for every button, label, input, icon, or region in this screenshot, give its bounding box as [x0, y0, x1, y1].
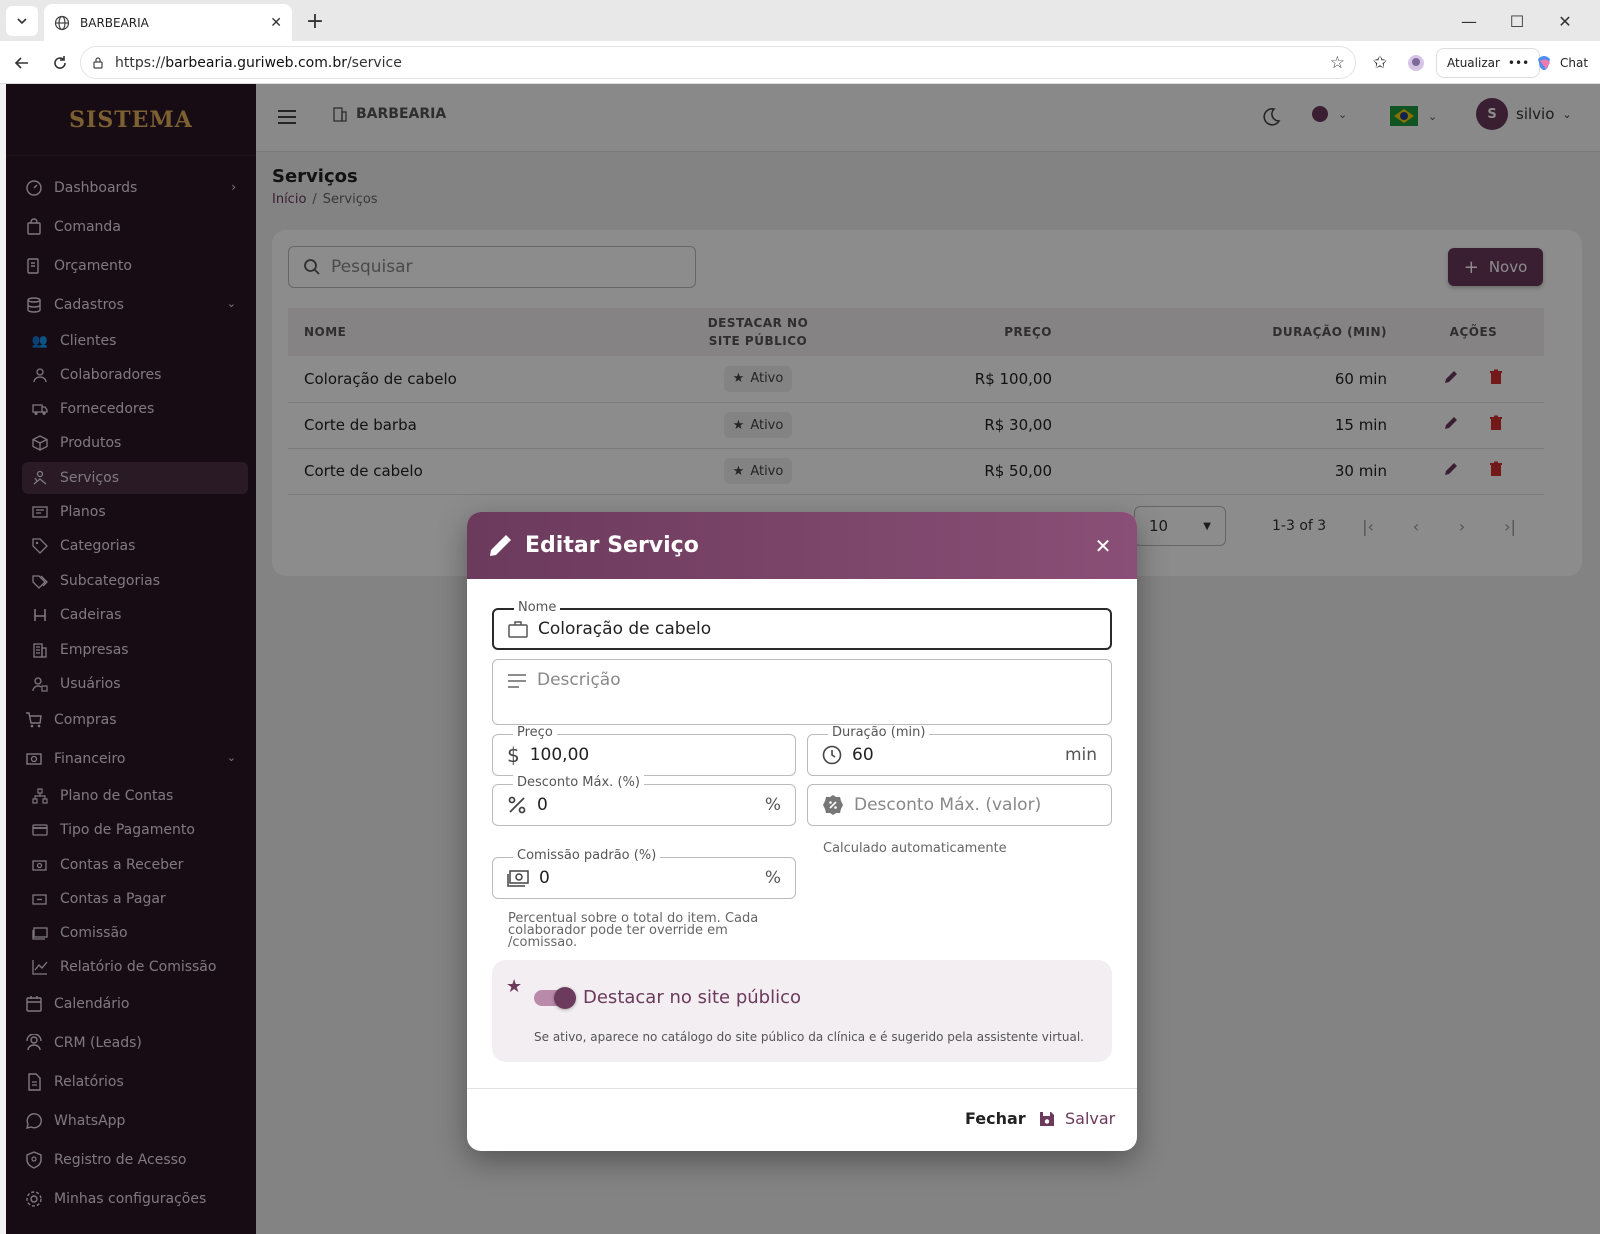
pencil-icon: [490, 534, 511, 556]
site-info-icon[interactable]: [91, 56, 105, 70]
tab-title: BARBEARIA: [80, 15, 149, 30]
clock-icon: [822, 745, 842, 765]
comissao-helper-line-3: /comissao.: [508, 935, 578, 950]
nome-label: Nome: [514, 600, 561, 615]
floppy-disk-icon: [1040, 1111, 1054, 1126]
nome-field[interactable]: Nome Coloração de cabelo: [492, 600, 1112, 650]
address-bar: https://barbearia.guriweb.com.br/service…: [0, 41, 1600, 84]
featured-label: Destacar no site público: [583, 987, 801, 1008]
desconto-valor-helper: Calculado automaticamente: [823, 841, 1007, 856]
url-host: barbearia.guriweb.com.br: [165, 54, 347, 71]
back-icon[interactable]: [8, 49, 36, 77]
star-icon: ★: [506, 976, 523, 997]
comissao-value: 0: [539, 868, 550, 888]
browser-tab-bar: BARBEARIA ✕ + — ☐ ✕: [0, 0, 1600, 41]
new-tab-button[interactable]: +: [302, 8, 328, 34]
percent-suffix: %: [764, 868, 781, 888]
close-tab-icon[interactable]: ✕: [270, 15, 282, 31]
chevron-down-icon: [17, 18, 27, 25]
comissao-label: Comissão padrão (%): [513, 848, 661, 863]
update-button[interactable]: Atualizar •••: [1436, 48, 1541, 78]
save-button[interactable]: Salvar: [1039, 1109, 1115, 1128]
url-path: /service: [346, 54, 402, 71]
dollar-icon: $: [507, 743, 520, 767]
url-text: https://barbearia.guriweb.com.br/service: [115, 55, 1330, 71]
briefcase-icon: [508, 621, 528, 638]
featured-help-text: Se ativo, aparece no catálogo do site pú…: [534, 1030, 1084, 1044]
chat-label: Chat: [1560, 56, 1589, 70]
window-close-icon[interactable]: ✕: [1552, 8, 1578, 34]
desconto-percentual-value: 0: [537, 795, 548, 815]
cash-icon: [507, 870, 529, 887]
desconto-percentual-label: Desconto Máx. (%): [513, 775, 644, 790]
copilot-icon: [1538, 56, 1550, 70]
reload-icon[interactable]: [46, 49, 74, 77]
profile-extension-icon[interactable]: [1402, 49, 1430, 77]
url-field[interactable]: https://barbearia.guriweb.com.br/service…: [80, 46, 1356, 79]
comissao-field[interactable]: Comissão padrão (%) 0 %: [492, 848, 796, 899]
desconto-valor-placeholder: Desconto Máx. (valor): [854, 795, 1042, 815]
dialog-footer: Fechar Salvar: [467, 1088, 1137, 1151]
update-label: Atualizar: [1447, 56, 1500, 70]
tab-list-button[interactable]: [6, 6, 38, 36]
star-icon[interactable]: ☆: [1330, 53, 1345, 73]
duracao-suffix: min: [1064, 745, 1097, 765]
duracao-field[interactable]: Duração (min) 60 min: [807, 725, 1112, 776]
percent-suffix: %: [764, 795, 781, 815]
featured-toggle[interactable]: [534, 987, 576, 1009]
save-label: Salvar: [1065, 1109, 1116, 1128]
featured-setting: ★ Destacar no site público Se ativo, apa…: [492, 960, 1112, 1062]
browser-tab[interactable]: BARBEARIA ✕: [44, 4, 292, 41]
globe-icon: [54, 15, 70, 30]
nome-value: Coloração de cabelo: [538, 619, 712, 639]
dialog-title: Editar Serviço: [525, 533, 699, 558]
edit-service-dialog: Editar Serviço ✕ Nome Coloração de cabel…: [467, 512, 1137, 1151]
duracao-value: 60: [852, 745, 874, 765]
desconto-valor-field[interactable]: Desconto Máx. (valor): [807, 784, 1112, 826]
dialog-header: Editar Serviço ✕: [467, 512, 1137, 579]
more-icon: •••: [1507, 56, 1530, 70]
minimize-icon[interactable]: —: [1456, 8, 1482, 34]
preco-label: Preço: [513, 725, 557, 740]
close-icon[interactable]: ✕: [1089, 532, 1117, 560]
preco-field[interactable]: Preço $ 100,00: [492, 725, 796, 776]
duracao-label: Duração (min): [828, 725, 930, 740]
preco-value: 100,00: [529, 745, 590, 765]
descricao-placeholder: Descrição: [537, 670, 621, 690]
text-lines-icon: [508, 674, 526, 688]
discount-badge-icon: [823, 795, 843, 815]
desconto-percentual-field[interactable]: Desconto Máx. (%) 0 %: [492, 775, 796, 826]
favorites-icon[interactable]: ✩: [1366, 49, 1394, 77]
toggle-knob: [554, 987, 576, 1009]
close-button[interactable]: Fechar: [965, 1109, 1026, 1128]
url-prefix: https://: [115, 54, 166, 71]
descricao-field[interactable]: Descrição: [492, 659, 1112, 725]
chat-button[interactable]: Chat: [1534, 48, 1588, 78]
percent-icon: [508, 796, 526, 814]
maximize-icon[interactable]: ☐: [1504, 8, 1530, 34]
